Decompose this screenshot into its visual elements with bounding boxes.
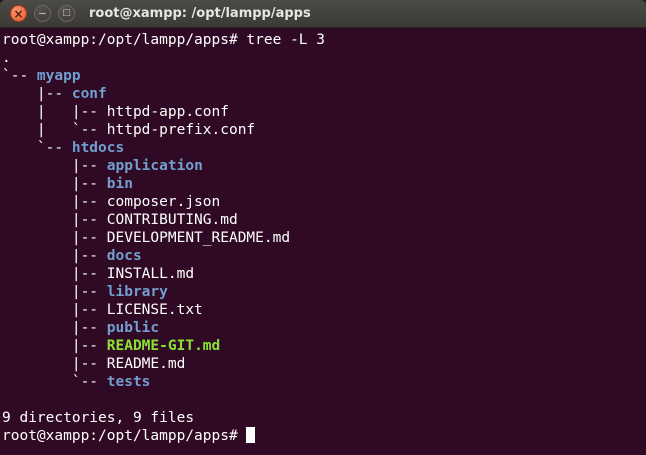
terminal-line <box>2 391 646 409</box>
terminal-line: `-- tests <box>2 373 646 391</box>
window-title: root@xampp: /opt/lampp/apps <box>89 6 311 21</box>
terminal-line: `-- htdocs <box>2 139 646 157</box>
terminal-text: |-- <box>2 284 107 300</box>
maximize-button[interactable]: □ <box>58 5 75 22</box>
titlebar[interactable]: × − □ root@xampp: /opt/lampp/apps <box>0 0 646 28</box>
terminal-text: |-- README.md <box>2 356 185 372</box>
terminal-body[interactable]: root@xampp:/opt/lampp/apps# tree -L 3.`-… <box>0 28 646 455</box>
terminal-line: |-- library <box>2 283 646 301</box>
terminal-text: |-- <box>2 86 72 102</box>
terminal-line: |-- DEVELOPMENT_README.md <box>2 229 646 247</box>
directory-name: tests <box>107 374 151 390</box>
terminal-text: `-- <box>2 140 72 156</box>
directory-name: docs <box>107 248 142 264</box>
terminal-line: | |-- httpd-app.conf <box>2 103 646 121</box>
close-icon: × <box>13 8 23 20</box>
terminal-line: . <box>2 49 646 67</box>
terminal-cursor <box>246 427 255 443</box>
directory-name: bin <box>107 176 133 192</box>
terminal-line: |-- docs <box>2 247 646 265</box>
terminal-line: |-- composer.json <box>2 193 646 211</box>
window-controls: × − □ <box>0 5 75 22</box>
directory-name: htdocs <box>72 140 124 156</box>
terminal-text: |-- <box>2 176 107 192</box>
terminal-line: |-- application <box>2 157 646 175</box>
terminal-line: |-- INSTALL.md <box>2 265 646 283</box>
directory-name: library <box>107 284 168 300</box>
terminal-line: |-- bin <box>2 175 646 193</box>
terminal-text: |-- <box>2 158 107 174</box>
terminal-text: |-- LICENSE.txt <box>2 302 203 318</box>
terminal-text: | `-- httpd-prefix.conf <box>2 122 255 138</box>
terminal-line: root@xampp:/opt/lampp/apps# <box>2 427 646 445</box>
terminal-text: root@xampp:/opt/lampp/apps# tree -L 3 <box>2 32 325 48</box>
directory-name: myapp <box>37 68 81 84</box>
terminal-line: |-- LICENSE.txt <box>2 301 646 319</box>
terminal-line: |-- conf <box>2 85 646 103</box>
minimize-icon: − <box>38 8 47 19</box>
terminal-line: |-- README.md <box>2 355 646 373</box>
terminal-text: |-- composer.json <box>2 194 220 210</box>
terminal-text: `-- <box>2 374 107 390</box>
terminal-line: |-- CONTRIBUTING.md <box>2 211 646 229</box>
directory-name: public <box>107 320 159 336</box>
terminal-text: root@xampp:/opt/lampp/apps# <box>2 428 246 444</box>
close-button[interactable]: × <box>10 5 27 22</box>
minimize-button[interactable]: − <box>34 5 51 22</box>
terminal-line: `-- myapp <box>2 67 646 85</box>
terminal-text: |-- <box>2 320 107 336</box>
terminal-line: 9 directories, 9 files <box>2 409 646 427</box>
maximize-icon: □ <box>62 9 71 18</box>
directory-name: conf <box>72 86 107 102</box>
terminal-line: |-- public <box>2 319 646 337</box>
terminal-text: |-- CONTRIBUTING.md <box>2 212 238 228</box>
terminal-text: |-- INSTALL.md <box>2 266 194 282</box>
terminal-line: | `-- httpd-prefix.conf <box>2 121 646 139</box>
terminal-text: 9 directories, 9 files <box>2 410 194 426</box>
terminal-text: |-- <box>2 248 107 264</box>
terminal-window: × − □ root@xampp: /opt/lampp/apps root@x… <box>0 0 646 455</box>
terminal-text: |-- <box>2 338 107 354</box>
executable-name: README-GIT.md <box>107 338 221 354</box>
terminal-text: | |-- httpd-app.conf <box>2 104 229 120</box>
directory-name: application <box>107 158 203 174</box>
terminal-line: root@xampp:/opt/lampp/apps# tree -L 3 <box>2 31 646 49</box>
terminal-text: `-- <box>2 68 37 84</box>
terminal-text: |-- DEVELOPMENT_README.md <box>2 230 290 246</box>
terminal-line: |-- README-GIT.md <box>2 337 646 355</box>
terminal-text: . <box>2 50 11 66</box>
